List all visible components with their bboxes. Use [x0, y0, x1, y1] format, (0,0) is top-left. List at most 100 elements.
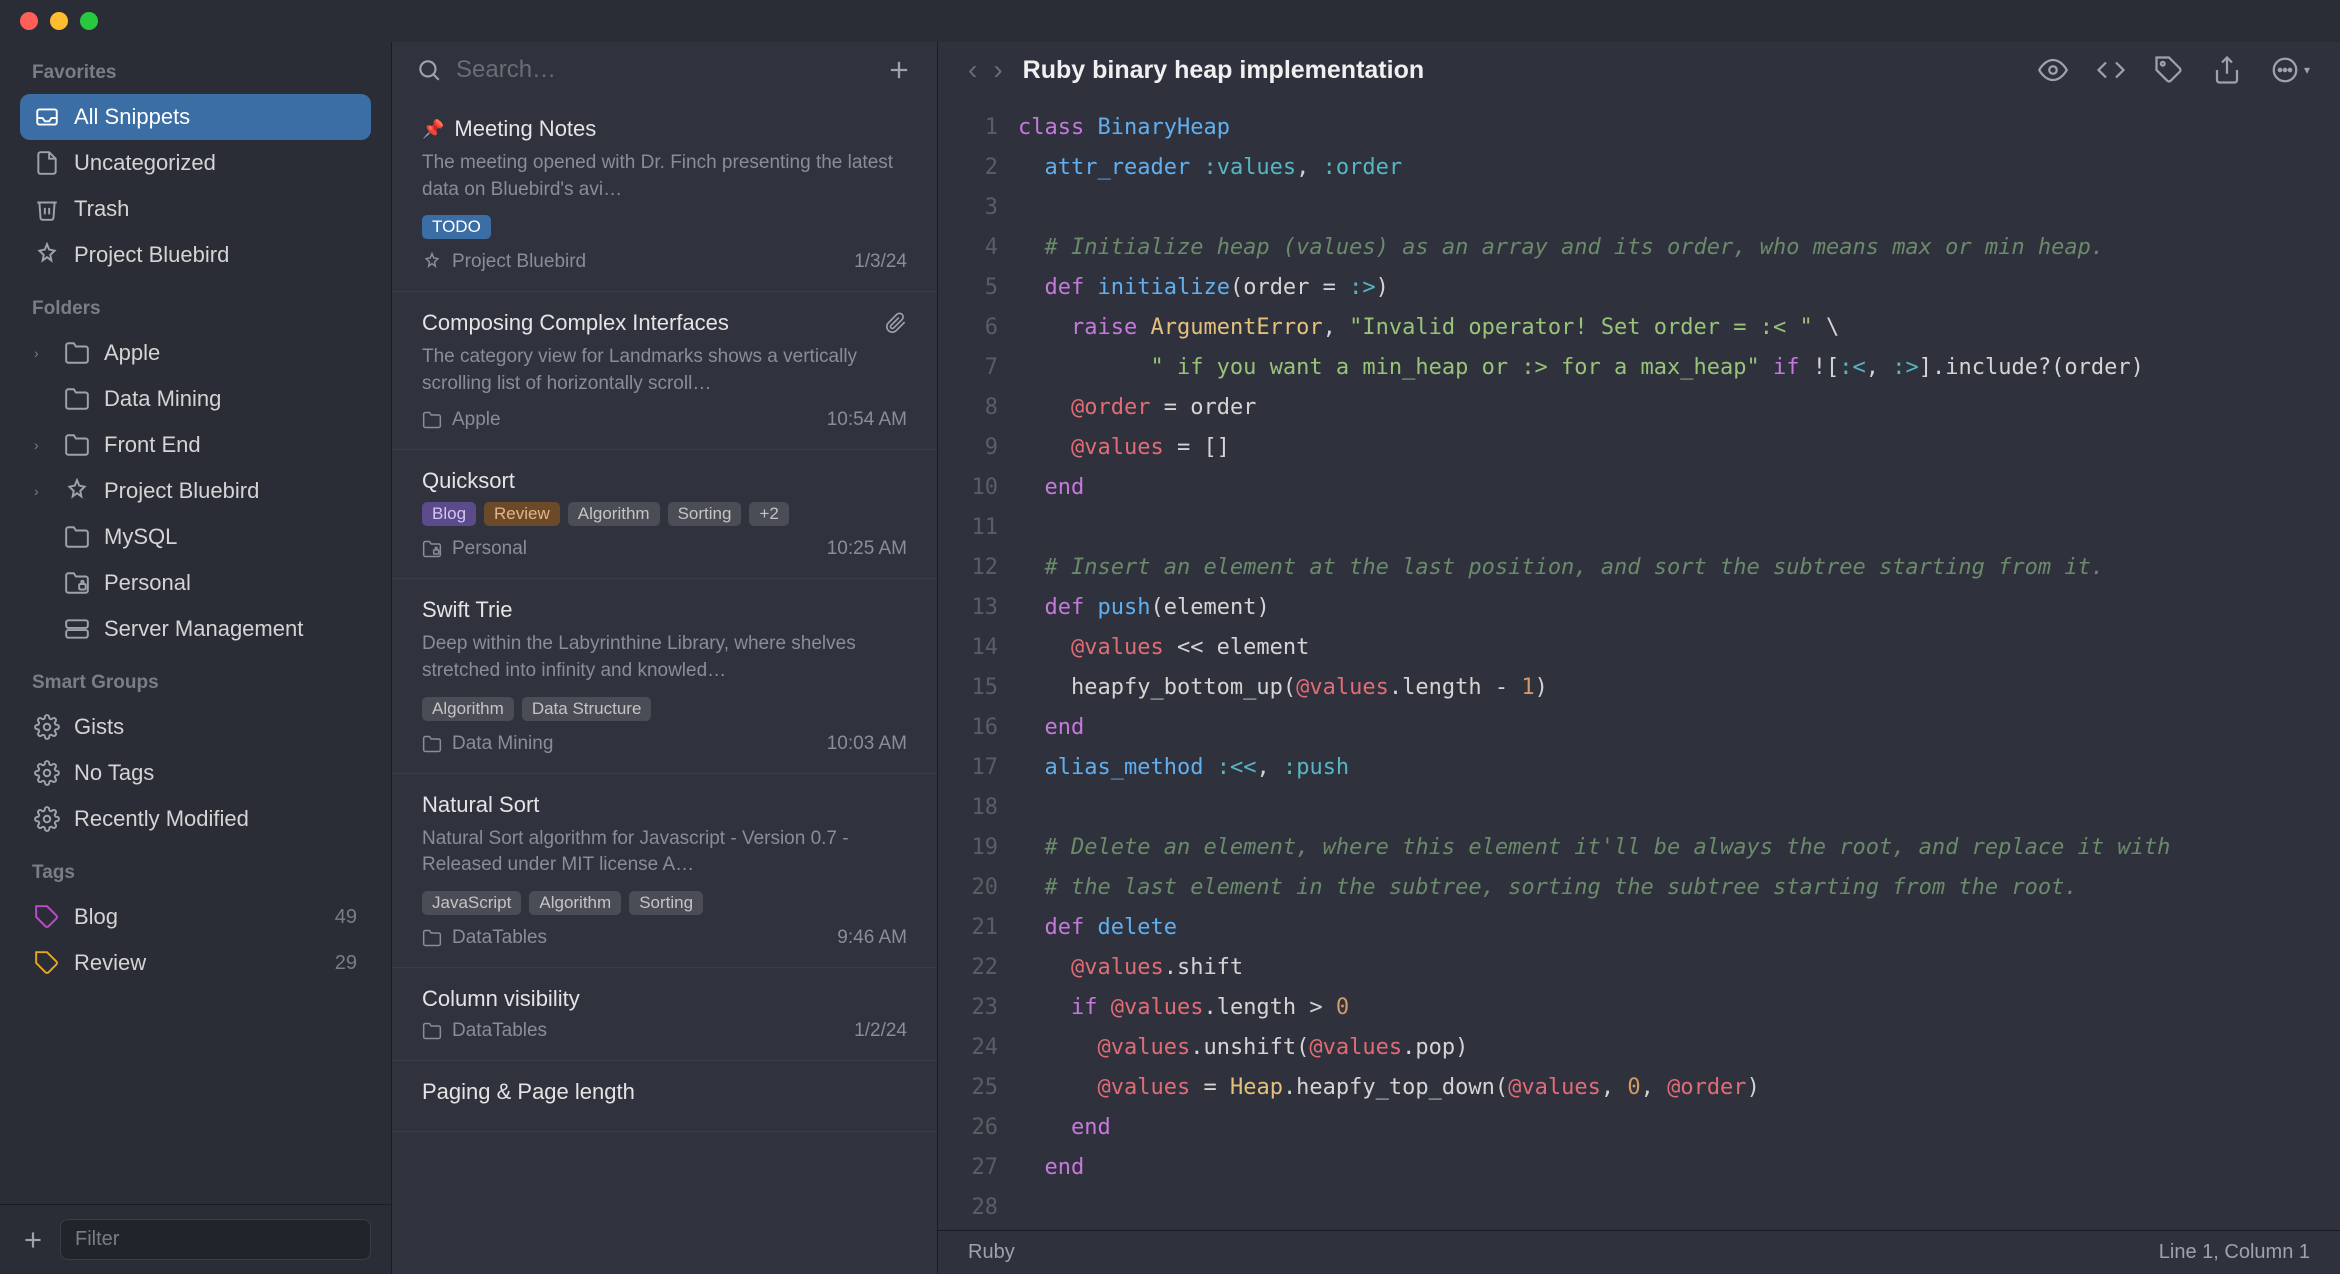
chevron-right-icon[interactable]: ›: [34, 483, 50, 499]
sidebar-smart-1[interactable]: No Tags: [20, 750, 371, 796]
snippet-item-2[interactable]: Quicksort Blog Review Algorithm Sorting +2 Per…: [392, 450, 937, 579]
sidebar-item-label: Trash: [74, 196, 129, 222]
folder-icon: [64, 386, 90, 412]
traffic-lights: [20, 12, 98, 30]
sidebar-folder-1[interactable]: Data Mining: [20, 376, 371, 422]
sidebar-folder-3[interactable]: › Project Bluebird: [20, 468, 371, 514]
tag-icon: [34, 950, 60, 976]
sidebar-favorite-0[interactable]: All Snippets: [20, 94, 371, 140]
tag-chip[interactable]: Algorithm: [422, 697, 514, 721]
gear-icon: [34, 760, 60, 786]
close-window-button[interactable]: [20, 12, 38, 30]
smart-groups-header: Smart Groups: [32, 672, 371, 694]
code-editor[interactable]: 1234567891011121314151617181920212223242…: [938, 98, 2340, 1230]
status-position: Line 1, Column 1: [2159, 1241, 2310, 1264]
minimize-window-button[interactable]: [50, 12, 68, 30]
snippet-folder: DataTables: [452, 927, 547, 949]
sidebar-item-label: Recently Modified: [74, 806, 249, 832]
sidebar-item-label: Blog: [74, 904, 118, 930]
attachment-icon: [885, 312, 907, 334]
tag-icon: [34, 904, 60, 930]
tag-chip[interactable]: Sorting: [668, 502, 742, 526]
nav-back-button[interactable]: ‹: [968, 54, 977, 86]
preview-icon[interactable]: [2038, 55, 2068, 85]
sidebar-item-label: Uncategorized: [74, 150, 216, 176]
tag-chip[interactable]: Algorithm: [568, 502, 660, 526]
tag-chip[interactable]: Blog: [422, 502, 476, 526]
sidebar-item-label: Data Mining: [104, 386, 221, 412]
add-button[interactable]: [20, 1227, 46, 1253]
editor-title: Ruby binary heap implementation: [1023, 56, 1424, 85]
sidebar-item-label: No Tags: [74, 760, 154, 786]
folder-icon: [64, 340, 90, 366]
sidebar-folder-6[interactable]: Server Management: [20, 606, 371, 652]
folder-icon: [422, 928, 442, 948]
favorites-header: Favorites: [32, 62, 371, 84]
tags-header: Tags: [32, 862, 371, 884]
chevron-right-icon[interactable]: ›: [34, 437, 50, 453]
sidebar-smart-2[interactable]: Recently Modified: [20, 796, 371, 842]
server-icon: [64, 616, 90, 642]
sidebar-favorite-3[interactable]: Project Bluebird: [20, 232, 371, 278]
tag-chip[interactable]: Algorithm: [529, 891, 621, 915]
maximize-window-button[interactable]: [80, 12, 98, 30]
sidebar-item-count: 29: [335, 952, 357, 975]
sidebar-tag-1[interactable]: Review29: [20, 940, 371, 986]
snippet-folder: Apple: [452, 409, 501, 431]
chevron-right-icon[interactable]: ›: [34, 345, 50, 361]
tag-chip[interactable]: +2: [749, 502, 788, 526]
snippet-title: Quicksort: [422, 468, 515, 494]
snippet-title: Meeting Notes: [454, 116, 596, 142]
snippet-folder: DataTables: [452, 1020, 547, 1042]
folders-header: Folders: [32, 298, 371, 320]
smart-icon: [64, 478, 90, 504]
sidebar-item-label: Gists: [74, 714, 124, 740]
tag-chip[interactable]: TODO: [422, 215, 491, 239]
titlebar: [0, 0, 2340, 42]
sidebar-favorite-2[interactable]: Trash: [20, 186, 371, 232]
folder-icon: [64, 432, 90, 458]
nav-forward-button[interactable]: ›: [993, 54, 1002, 86]
snippet-item-3[interactable]: Swift TrieDeep within the Labyrinthine L…: [392, 579, 937, 773]
tag-chip[interactable]: Sorting: [629, 891, 703, 915]
filter-input[interactable]: [60, 1219, 371, 1260]
sidebar-favorite-1[interactable]: Uncategorized: [20, 140, 371, 186]
tag-chip[interactable]: JavaScript: [422, 891, 521, 915]
status-bar: Ruby Line 1, Column 1: [938, 1230, 2340, 1274]
smart-icon: [422, 252, 442, 272]
snippet-date: 9:46 AM: [837, 927, 907, 949]
snippet-title: Paging & Page length: [422, 1079, 635, 1105]
status-language[interactable]: Ruby: [968, 1241, 1015, 1264]
sidebar-folder-0[interactable]: ›Apple: [20, 330, 371, 376]
sidebar-item-label: Project Bluebird: [74, 242, 229, 268]
snippet-list-pane: 📌Meeting NotesThe meeting opened with Dr…: [392, 42, 938, 1274]
snippet-preview: The meeting opened with Dr. Finch presen…: [422, 150, 907, 203]
editor-pane: ‹ › Ruby binary heap implementation: [938, 42, 2340, 1274]
snippet-item-4[interactable]: Natural SortNatural Sort algorithm for J…: [392, 774, 937, 968]
snippet-item-6[interactable]: Paging & Page length: [392, 1061, 937, 1132]
snippet-item-0[interactable]: 📌Meeting NotesThe meeting opened with Dr…: [392, 98, 937, 292]
snippet-item-5[interactable]: Column visibilityDataTables1/2/24: [392, 968, 937, 1061]
tag-icon[interactable]: [2154, 55, 2184, 85]
sidebar-folder-5[interactable]: Personal: [20, 560, 371, 606]
code-icon[interactable]: [2096, 55, 2126, 85]
search-input[interactable]: [456, 56, 871, 84]
share-icon[interactable]: [2212, 55, 2242, 85]
sidebar-folder-2[interactable]: ›Front End: [20, 422, 371, 468]
tray-icon: [34, 104, 60, 130]
tag-chip[interactable]: Data Structure: [522, 697, 652, 721]
doc-icon: [34, 150, 60, 176]
sidebar-folder-4[interactable]: MySQL: [20, 514, 371, 560]
sidebar-smart-0[interactable]: Gists: [20, 704, 371, 750]
sidebar-footer: [0, 1204, 391, 1274]
tag-chip[interactable]: Review: [484, 502, 560, 526]
folder-icon: [422, 1021, 442, 1041]
more-icon[interactable]: ▾: [2270, 55, 2310, 85]
sidebar-item-label: Project Bluebird: [104, 478, 259, 504]
snippet-item-1[interactable]: Composing Complex InterfacesThe category…: [392, 292, 937, 450]
snippet-folder: Personal: [452, 538, 527, 560]
sidebar-tag-0[interactable]: Blog49: [20, 894, 371, 940]
new-snippet-button[interactable]: [885, 56, 913, 84]
snippet-date: 10:03 AM: [827, 733, 907, 755]
folder-icon: [422, 734, 442, 754]
